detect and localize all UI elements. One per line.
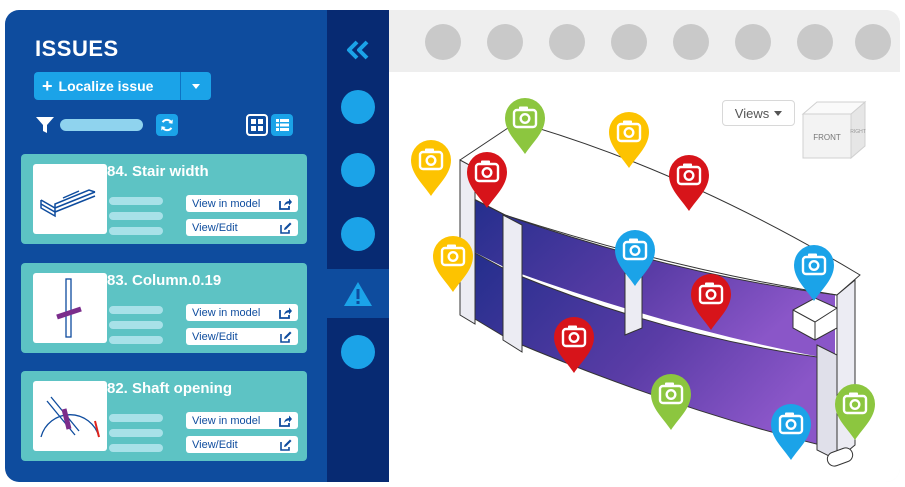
view-in-model-button[interactable]: View in model — [186, 412, 298, 429]
view-in-model-button[interactable]: View in model — [186, 304, 298, 321]
view-edit-label: View/Edit — [192, 221, 238, 234]
warning-icon — [344, 281, 372, 306]
refresh-button[interactable] — [156, 114, 178, 136]
issues-panel: ISSUES + Localize issue 84. Stair width … — [5, 10, 327, 482]
blue-issue-pin[interactable] — [792, 243, 836, 303]
placeholder-line — [109, 321, 163, 329]
red-issue-pin[interactable] — [689, 272, 733, 332]
edit-icon — [280, 222, 292, 234]
view-in-model-label: View in model — [192, 306, 261, 319]
issue-thumbnail — [33, 273, 107, 343]
placeholder-line — [109, 444, 163, 452]
red-issue-pin[interactable] — [465, 150, 509, 210]
yellow-issue-pin[interactable] — [607, 110, 651, 170]
placeholder-line — [109, 197, 163, 205]
refresh-icon — [161, 118, 173, 132]
placeholder-line — [109, 336, 163, 344]
tool-button[interactable] — [341, 217, 375, 251]
issue-card[interactable]: 82. Shaft opening View in model View/Edi… — [21, 371, 307, 461]
views-dropdown[interactable]: Views — [722, 100, 795, 126]
tool-button[interactable] — [341, 90, 375, 124]
view-edit-label: View/Edit — [192, 438, 238, 451]
placeholder-line — [109, 227, 163, 235]
placeholder-line — [109, 212, 163, 220]
issue-card[interactable]: 83. Column.0.19 View in model View/Edit — [21, 263, 307, 353]
issue-title: 84. Stair width — [107, 163, 209, 180]
placeholder-line — [109, 429, 163, 437]
grid-icon — [251, 119, 263, 131]
issue-card[interactable]: 84. Stair width View in model View/Edit — [21, 154, 307, 244]
list-icon — [275, 119, 289, 131]
placeholder-line — [109, 414, 163, 422]
column-thumbnail-icon — [56, 278, 82, 338]
green-issue-pin[interactable] — [503, 96, 547, 156]
tool-button[interactable] — [341, 335, 375, 369]
blue-issue-pin[interactable] — [613, 228, 657, 288]
issue-thumbnail — [33, 381, 107, 451]
red-issue-pin[interactable] — [667, 153, 711, 213]
issue-title: 83. Column.0.19 — [107, 272, 222, 289]
grid-view-button[interactable] — [246, 114, 268, 136]
localize-issue-main[interactable]: + Localize issue — [34, 72, 180, 100]
localize-issue-button[interactable]: + Localize issue — [34, 72, 211, 100]
view-cube[interactable]: FRONT RIGHT — [799, 100, 869, 160]
share-icon — [279, 198, 292, 210]
share-icon — [279, 415, 292, 427]
plus-icon: + — [42, 76, 53, 96]
list-view-button[interactable] — [271, 114, 293, 136]
issues-tool-button[interactable] — [327, 269, 389, 318]
chevron-down-icon — [774, 110, 783, 116]
tool-strip — [327, 10, 389, 482]
edit-icon — [280, 439, 292, 451]
red-issue-pin[interactable] — [552, 315, 596, 375]
blue-issue-pin[interactable] — [769, 402, 813, 462]
green-issue-pin[interactable] — [833, 382, 877, 442]
view-in-model-button[interactable]: View in model — [186, 195, 298, 212]
model-viewer[interactable]: Views FRONT RIGHT — [389, 10, 900, 482]
app-window: ISSUES + Localize issue 84. Stair width … — [5, 10, 900, 482]
yellow-issue-pin[interactable] — [431, 234, 475, 294]
filter-field[interactable] — [60, 119, 143, 131]
panel-title: ISSUES — [35, 36, 119, 61]
filter-icon[interactable] — [35, 115, 55, 135]
share-icon — [279, 307, 292, 319]
view-edit-button[interactable]: View/Edit — [186, 436, 298, 453]
tool-button[interactable] — [341, 153, 375, 187]
chevron-down-icon — [192, 83, 200, 89]
view-in-model-label: View in model — [192, 414, 261, 427]
issue-thumbnail — [33, 164, 107, 234]
views-label: Views — [734, 105, 770, 121]
view-edit-button[interactable]: View/Edit — [186, 328, 298, 345]
stair-thumbnail-icon — [40, 189, 96, 218]
cube-right-label: RIGHT — [850, 129, 866, 135]
cube-front-label: FRONT — [813, 133, 841, 142]
localize-dropdown-toggle[interactable] — [181, 83, 211, 89]
collapse-chevrons-icon[interactable] — [345, 40, 371, 60]
view-in-model-label: View in model — [192, 197, 261, 210]
yellow-issue-pin[interactable] — [409, 138, 453, 198]
localize-issue-label: Localize issue — [58, 78, 154, 94]
view-edit-button[interactable]: View/Edit — [186, 219, 298, 236]
shaft-opening-thumbnail-icon — [40, 396, 100, 438]
view-edit-label: View/Edit — [192, 330, 238, 343]
edit-icon — [280, 331, 292, 343]
placeholder-line — [109, 306, 163, 314]
green-issue-pin[interactable] — [649, 372, 693, 432]
issue-title: 82. Shaft opening — [107, 380, 233, 397]
